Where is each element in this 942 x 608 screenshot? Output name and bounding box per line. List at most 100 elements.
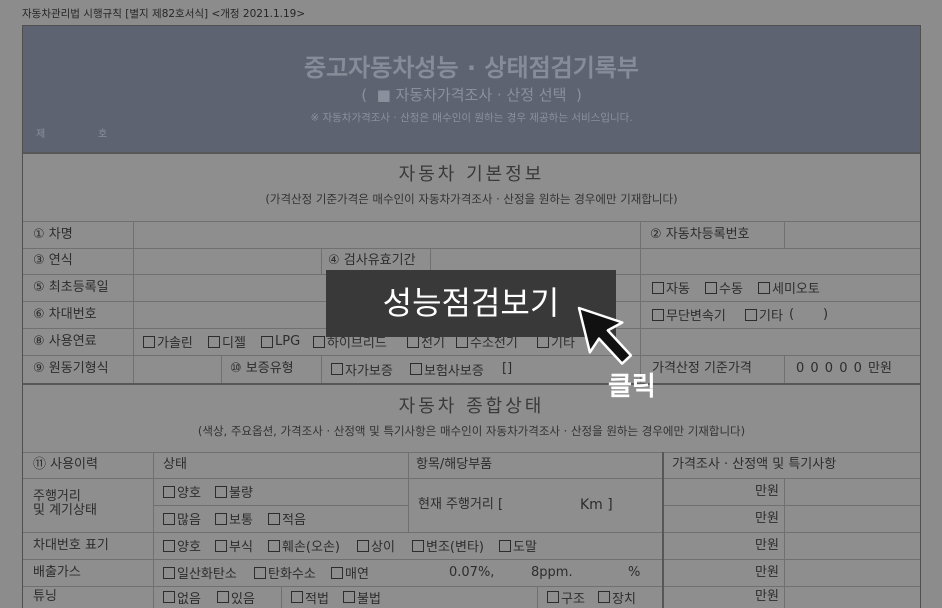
checkbox [499, 539, 511, 552]
model-year-label: ③ 연식 [33, 253, 73, 268]
checkbox [143, 335, 155, 348]
warranty-option-insurer: 보험사보증 [410, 355, 484, 383]
form-title: 중고자동차성능 · 상태점검기록부 [304, 54, 639, 82]
transmission-option-semi-auto: 세미오토 [758, 274, 820, 301]
mileage-option-low: 적음 [268, 505, 306, 532]
mileage-option-high: 많음 [163, 505, 201, 532]
fuel-option-gasoline: 가솔린 [143, 328, 193, 355]
base-price-label: 가격산정 기준가격 [652, 361, 752, 376]
current-mileage-label: 현재 주행거리 [ [418, 497, 504, 512]
car-name-label: ① 차명 [33, 227, 73, 242]
column-divider [537, 586, 538, 608]
price-assessment-option: ( ■ 자동차가격조사 · 산정 선택 ) [361, 86, 582, 104]
option-label: 기타 [759, 309, 783, 324]
vin-option-corrosion: 부식 [215, 532, 253, 559]
emission-label: 배출가스 [33, 565, 81, 580]
fuel-option-lpg: LPG [261, 328, 300, 355]
row-divider [662, 505, 920, 506]
tuning-option-illegal: 불법 [343, 586, 381, 608]
price-unit: 만원 [755, 589, 779, 604]
checkbox [163, 566, 175, 579]
page: 자동차관리법 시행규칙 [별지 제82호서식] <개정 2021.1.19> 중… [0, 0, 942, 608]
option-label: 보통 [229, 513, 253, 528]
tuning-option-structure: 구조 [547, 586, 585, 608]
warranty-extra-bracket: [] [502, 361, 513, 376]
checkbox [652, 281, 664, 294]
option-label: 디젤 [222, 336, 246, 351]
column-divider [662, 452, 664, 608]
emission-option-hc: 탄화수소 [254, 559, 316, 586]
column-header-price-remarks: 가격조사 · 산정액 및 특기사항 [672, 457, 837, 472]
emission-hc-value: 8ppm. [531, 565, 573, 580]
option-label: 있음 [231, 591, 255, 607]
checkbox [217, 591, 229, 603]
option-label: 불량 [229, 486, 253, 501]
checkbox [268, 539, 280, 552]
option-label: 도말 [513, 540, 537, 555]
option-label: 훼손(오손) [282, 540, 340, 555]
checkbox [331, 363, 343, 375]
record-number-prefix: 제 [36, 129, 46, 140]
option-label: 가솔린 [157, 336, 193, 351]
mileage-label-line1: 주행거리 [33, 489, 81, 504]
tuning-option-present: 있음 [217, 586, 255, 608]
option-label: 적법 [305, 591, 329, 607]
view-inspection-button[interactable]: 성능점검보기 [326, 270, 616, 337]
vin-option-mismatch: 상이 [357, 532, 395, 559]
checkbox [291, 591, 303, 603]
fuel-label: ⑧ 사용연료 [33, 334, 97, 349]
checkbox [705, 281, 717, 294]
view-inspection-button-label: 성능점검보기 [382, 284, 560, 322]
checkbox [331, 566, 343, 579]
option-label: 보험사보증 [424, 363, 484, 379]
option-label: LPG [275, 334, 301, 349]
vin-label: ⑥ 차대번호 [33, 307, 97, 322]
base-price-value: 0 0 0 0 0 만원 [796, 361, 892, 376]
basic-info-subtitle: (가격산정 기준가격은 매수인이 자동차가격조사 · 산정을 원하는 경우에만 … [265, 192, 678, 206]
column-divider [408, 452, 409, 532]
checkbox [163, 485, 175, 498]
option-label: 적음 [282, 513, 306, 528]
option-label: 양호 [177, 486, 201, 501]
transmission-other-blank: ( ) [789, 307, 829, 322]
checkbox [537, 335, 549, 348]
column-header-status: 상태 [163, 457, 187, 472]
vin-option-damage: 훼손(오손) [268, 532, 340, 559]
registration-number-label: ② 자동차등록번호 [650, 227, 750, 242]
option-label: 많음 [177, 513, 201, 528]
mouse-cursor-icon [577, 306, 633, 365]
column-divider [784, 221, 785, 248]
checkbox [745, 308, 757, 321]
option-label: 불법 [357, 591, 381, 607]
checkbox [268, 512, 280, 525]
first-registration-label: ⑤ 최초등록일 [33, 280, 109, 295]
warranty-option-self: 자가보증 [331, 355, 393, 383]
checkbox [456, 335, 468, 348]
column-divider [784, 355, 785, 383]
checkbox [758, 281, 770, 294]
tuning-option-legal: 적법 [291, 586, 329, 608]
transmission-option-auto: 자동 [652, 274, 690, 301]
price-unit: 만원 [755, 538, 779, 553]
column-divider [221, 355, 222, 383]
checkbox [410, 363, 422, 375]
gauge-option-good: 양호 [163, 478, 201, 505]
mileage-label-line2: 및 계기상태 [33, 503, 97, 518]
price-unit: 만원 [755, 511, 779, 526]
column-divider [281, 586, 282, 608]
option-label: 세미오토 [772, 282, 820, 297]
vin-marking-label: 차대번호 표기 [33, 538, 109, 553]
emission-smoke-unit: % [628, 565, 641, 580]
column-header-usage-history: ⑪ 사용이력 [33, 457, 98, 472]
checkbox [208, 335, 220, 348]
column-divider [133, 221, 134, 383]
vin-option-painted-over: 도말 [499, 532, 537, 559]
emission-option-smoke: 매연 [331, 559, 369, 586]
checkbox [343, 591, 355, 603]
option-label: 자동 [666, 282, 690, 297]
option-label: 변조(변타) [426, 540, 484, 555]
price-unit: 만원 [755, 484, 779, 499]
checkbox [163, 539, 175, 552]
price-assessment-notice: ※ 자동차가격조사 · 산정은 매수인이 원하는 경우 제공하는 서비스입니다. [310, 112, 633, 124]
checkbox [254, 566, 266, 579]
